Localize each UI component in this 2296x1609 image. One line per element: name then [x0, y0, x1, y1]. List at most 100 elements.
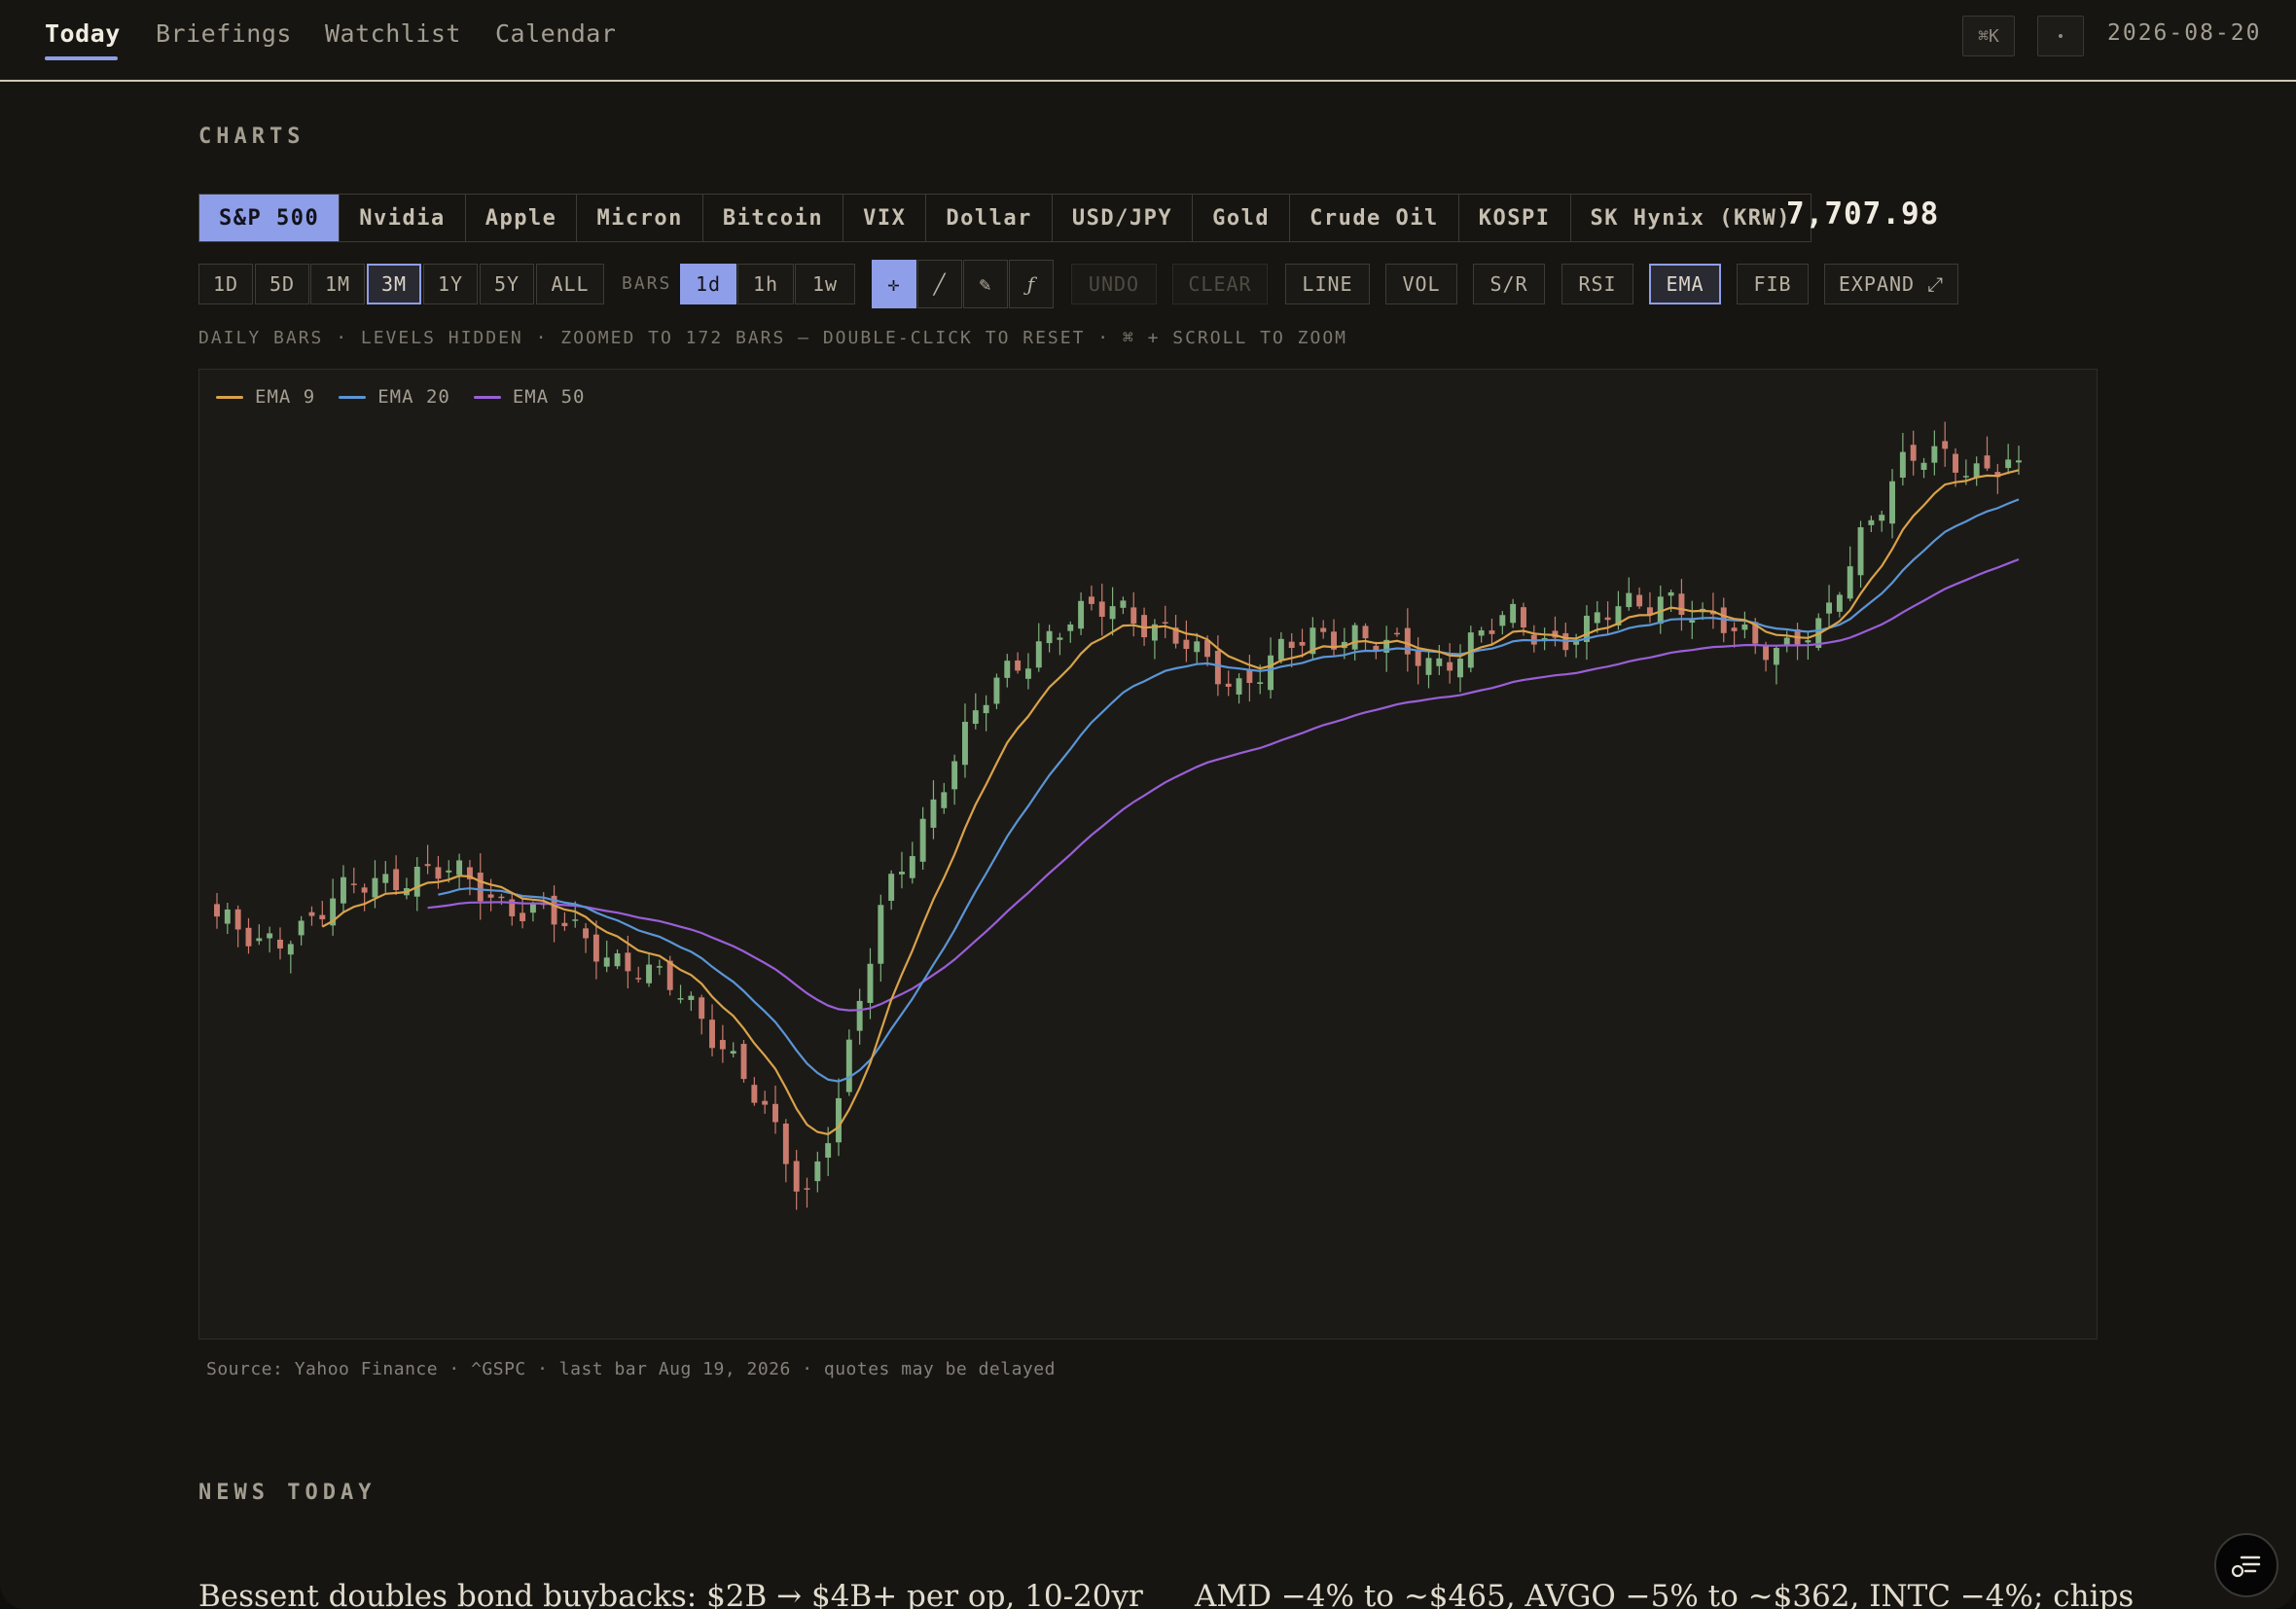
- asset-tab-dollar[interactable]: Dollar: [926, 195, 1053, 241]
- candle-body: [350, 883, 357, 885]
- candle-body: [1836, 594, 1843, 612]
- candle-body: [393, 869, 400, 890]
- clear-button[interactable]: CLEAR: [1172, 264, 1268, 304]
- range-3m-button[interactable]: 3M: [367, 264, 421, 304]
- chart-legend: EMA 9 EMA 20 EMA 50: [216, 386, 585, 408]
- candle-body: [224, 909, 231, 924]
- current-price: 7,707.98: [1786, 197, 1940, 232]
- menu-chat-icon: [2231, 1555, 2261, 1578]
- command-palette-button[interactable]: ⌘K: [1962, 16, 2015, 56]
- bar-1h-button[interactable]: 1h: [737, 264, 794, 304]
- range-all-button[interactable]: ALL: [536, 264, 604, 304]
- line-toggle[interactable]: LINE: [1285, 264, 1370, 304]
- ema-toggle[interactable]: EMA: [1649, 264, 1721, 304]
- asset-tab-crude-oil[interactable]: Crude Oil: [1290, 195, 1459, 241]
- rsi-toggle[interactable]: RSI: [1561, 264, 1633, 304]
- range-1d-button[interactable]: 1D: [198, 264, 253, 304]
- vol-toggle[interactable]: VOL: [1385, 264, 1457, 304]
- formula-tool-button[interactable]: ƒ: [1009, 260, 1054, 308]
- candle-body: [1351, 625, 1358, 650]
- current-date: 2026-08-20: [2107, 20, 2262, 46]
- asset-tab-nvidia[interactable]: Nvidia: [340, 195, 466, 241]
- tab-briefings[interactable]: Briefings: [156, 19, 292, 48]
- asset-tab-sp500[interactable]: S&P 500: [199, 195, 341, 241]
- tab-today[interactable]: Today: [45, 19, 121, 48]
- asset-tab-vix[interactable]: VIX: [843, 195, 927, 241]
- candle-body: [699, 997, 705, 1019]
- legend-item-ema50: EMA 50: [473, 386, 586, 408]
- candle-body: [583, 928, 590, 939]
- candle-body: [1035, 641, 1042, 668]
- candle-body: [592, 934, 599, 962]
- ema9-line: [321, 469, 2020, 1136]
- candle-body: [424, 864, 431, 867]
- candle-body: [1120, 600, 1127, 608]
- candle-body: [1478, 629, 1485, 636]
- pencil-tool-button[interactable]: ✎: [963, 260, 1008, 308]
- asset-tab-apple[interactable]: Apple: [466, 195, 578, 241]
- theme-toggle-button[interactable]: [2037, 16, 2084, 56]
- price-chart[interactable]: [199, 370, 2097, 1339]
- range-5d-button[interactable]: 5D: [255, 264, 309, 304]
- range-1y-button[interactable]: 1Y: [423, 264, 478, 304]
- legend-label-ema20: EMA 20: [377, 386, 450, 408]
- candle-body: [1636, 594, 1643, 607]
- candle-body: [762, 1100, 769, 1105]
- range-5y-button[interactable]: 5Y: [480, 264, 534, 304]
- asset-tab-usdjpy[interactable]: USD/JPY: [1053, 195, 1194, 241]
- news-headline[interactable]: AMD −4% to ~$465, AVGO −5% to ~$362, INT…: [1195, 1579, 2134, 1609]
- assistant-button[interactable]: [2214, 1533, 2278, 1597]
- candle-body: [951, 761, 958, 790]
- candle-body: [635, 978, 642, 980]
- candle-body: [825, 1143, 832, 1159]
- candle-body: [804, 1188, 810, 1190]
- bar-1d-button[interactable]: 1d: [680, 264, 736, 304]
- candle-body: [730, 1051, 736, 1055]
- legend-label-ema50: EMA 50: [512, 386, 586, 408]
- candle-body: [603, 957, 610, 967]
- asset-tab-sk-hynix[interactable]: SK Hynix (KRW): [1571, 195, 1811, 241]
- tab-calendar[interactable]: Calendar: [495, 19, 616, 48]
- crosshair-icon: ✛: [887, 272, 901, 296]
- candle-body: [1499, 615, 1506, 626]
- candle-body: [1984, 455, 1991, 469]
- candle-body: [456, 860, 463, 876]
- fib-toggle[interactable]: FIB: [1737, 264, 1809, 304]
- pencil-icon: ✎: [979, 272, 992, 296]
- candle-body: [1268, 655, 1274, 691]
- candle-body: [267, 933, 273, 939]
- line-tool-button[interactable]: ╱: [917, 260, 962, 308]
- candle-body: [1098, 601, 1105, 618]
- candle-body: [972, 710, 979, 725]
- candle-body: [836, 1097, 842, 1143]
- asset-tab-gold[interactable]: Gold: [1193, 195, 1291, 241]
- app-page: Today Briefings Watchlist Calendar ⌘K 20…: [0, 0, 2296, 1609]
- expand-button[interactable]: EXPAND ⤢: [1824, 264, 1958, 304]
- candle-body: [1626, 592, 1632, 608]
- candle-body: [677, 998, 684, 1000]
- candle-body: [888, 874, 895, 901]
- undo-button[interactable]: UNDO: [1071, 264, 1157, 304]
- candle-body: [1277, 638, 1284, 661]
- candle-body: [1436, 658, 1443, 666]
- news-headline[interactable]: Bessent doubles bond buybacks: $2B → $4B…: [198, 1579, 1143, 1609]
- bar-1w-button[interactable]: 1w: [795, 264, 855, 304]
- asset-tab-kospi[interactable]: KOSPI: [1459, 195, 1571, 241]
- candle-body: [688, 995, 695, 1000]
- range-1m-button[interactable]: 1M: [310, 264, 365, 304]
- candle-body: [867, 963, 874, 1004]
- candle-body: [740, 1044, 747, 1080]
- candle-body: [1015, 660, 1022, 671]
- candle-body: [572, 919, 579, 921]
- candle-body: [520, 912, 526, 921]
- sun-icon: [2059, 34, 2063, 38]
- crosshair-tool-button[interactable]: ✛: [872, 260, 916, 308]
- candle-body: [1678, 593, 1685, 616]
- asset-tab-micron[interactable]: Micron: [577, 195, 703, 241]
- candle-body: [1194, 641, 1201, 653]
- sr-toggle[interactable]: S/R: [1473, 264, 1545, 304]
- tab-watchlist[interactable]: Watchlist: [325, 19, 461, 48]
- candle-body: [1604, 617, 1611, 621]
- candle-body: [256, 938, 263, 942]
- asset-tab-bitcoin[interactable]: Bitcoin: [703, 195, 844, 241]
